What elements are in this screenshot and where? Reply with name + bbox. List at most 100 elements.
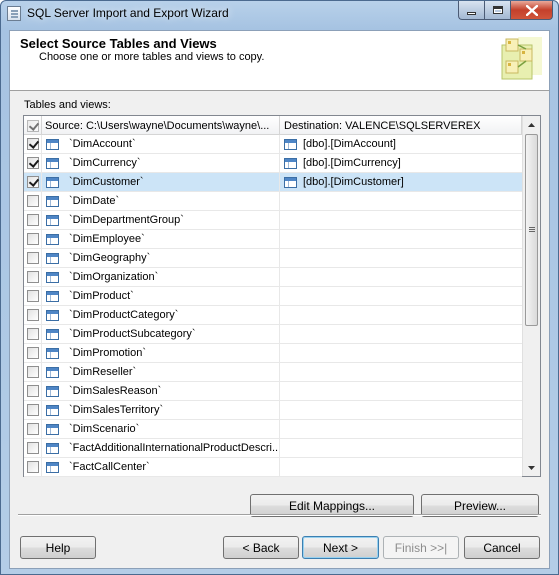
table-row[interactable]: `DimScenario`: [24, 420, 522, 439]
scroll-up-button[interactable]: [523, 116, 540, 133]
row-checkbox[interactable]: [26, 233, 39, 245]
destination-cell[interactable]: [280, 344, 522, 362]
table-row[interactable]: `DimDate`: [24, 192, 522, 211]
destination-cell[interactable]: [dbo].[DimAccount]: [280, 135, 522, 153]
row-checkbox[interactable]: [26, 423, 39, 435]
row-checkbox[interactable]: [26, 138, 39, 150]
source-table-name: `DimProduct`: [69, 290, 134, 302]
destination-cell[interactable]: [280, 401, 522, 419]
next-button[interactable]: Next >: [302, 536, 379, 559]
source-cell[interactable]: `DimOrganization`: [42, 268, 280, 286]
title-bar[interactable]: SQL Server Import and Export Wizard: [1, 1, 558, 27]
source-cell[interactable]: `DimProduct`: [42, 287, 280, 305]
row-checkbox[interactable]: [26, 290, 39, 302]
source-cell[interactable]: `DimDate`: [42, 192, 280, 210]
source-cell[interactable]: `DimSalesTerritory`: [42, 401, 280, 419]
source-table-name: `DimDepartmentGroup`: [69, 214, 184, 226]
minimize-button[interactable]: [458, 1, 484, 20]
help-button[interactable]: Help: [20, 536, 96, 559]
destination-cell[interactable]: [280, 420, 522, 438]
destination-cell[interactable]: [280, 230, 522, 248]
destination-cell[interactable]: [280, 306, 522, 324]
scroll-thumb[interactable]: [525, 134, 538, 326]
scroll-down-button[interactable]: [523, 459, 540, 476]
source-table-name: `DimDate`: [69, 195, 120, 207]
table-row[interactable]: `DimCustomer` [dbo].[DimCustomer]: [24, 173, 522, 192]
destination-column-header[interactable]: Destination: VALENCE\SQLSERVEREX: [280, 116, 522, 135]
source-cell[interactable]: `DimScenario`: [42, 420, 280, 438]
destination-cell[interactable]: [280, 287, 522, 305]
destination-cell[interactable]: [280, 458, 522, 476]
row-check-cell: [24, 306, 42, 324]
source-cell[interactable]: `DimCurrency`: [42, 154, 280, 172]
row-checkbox[interactable]: [26, 271, 39, 283]
destination-cell[interactable]: [280, 439, 522, 457]
row-checkbox[interactable]: [26, 309, 39, 321]
destination-cell[interactable]: [280, 268, 522, 286]
table-row[interactable]: `DimDepartmentGroup`: [24, 211, 522, 230]
table-row[interactable]: `DimAccount` [dbo].[DimAccount]: [24, 135, 522, 154]
table-row[interactable]: `DimOrganization`: [24, 268, 522, 287]
source-column-header[interactable]: Source: C:\Users\wayne\Documents\wayne\.…: [42, 116, 280, 135]
cancel-button[interactable]: Cancel: [464, 536, 540, 559]
source-cell[interactable]: `DimDepartmentGroup`: [42, 211, 280, 229]
table-icon: [46, 252, 59, 264]
table-row[interactable]: `DimProductSubcategory`: [24, 325, 522, 344]
row-checkbox[interactable]: [26, 214, 39, 226]
table-row[interactable]: `DimProductCategory`: [24, 306, 522, 325]
source-cell[interactable]: `DimEmployee`: [42, 230, 280, 248]
source-cell[interactable]: `DimReseller`: [42, 363, 280, 381]
row-checkbox[interactable]: [26, 461, 39, 473]
destination-cell[interactable]: [280, 363, 522, 381]
close-button[interactable]: [510, 1, 553, 20]
row-checkbox[interactable]: [26, 195, 39, 207]
source-cell[interactable]: `DimPromotion`: [42, 344, 280, 362]
select-all-header[interactable]: [24, 116, 42, 135]
page-header: Select Source Tables and Views Choose on…: [10, 31, 549, 91]
source-cell[interactable]: `FactAdditionalInternationalProductDescr…: [42, 439, 280, 457]
table-icon: [284, 176, 297, 188]
table-row[interactable]: `DimCurrency` [dbo].[DimCurrency]: [24, 154, 522, 173]
source-cell[interactable]: `DimGeography`: [42, 249, 280, 267]
source-cell[interactable]: `DimAccount`: [42, 135, 280, 153]
row-checkbox[interactable]: [26, 404, 39, 416]
table-row[interactable]: `DimSalesReason`: [24, 382, 522, 401]
table-row[interactable]: `DimProduct`: [24, 287, 522, 306]
row-checkbox[interactable]: [26, 176, 39, 188]
row-check-cell: [24, 325, 42, 343]
destination-cell[interactable]: [dbo].[DimCurrency]: [280, 154, 522, 172]
table-row[interactable]: `FactAdditionalInternationalProductDescr…: [24, 439, 522, 458]
maximize-button[interactable]: [484, 1, 510, 20]
table-row[interactable]: `DimGeography`: [24, 249, 522, 268]
destination-cell[interactable]: [280, 249, 522, 267]
destination-cell[interactable]: [280, 325, 522, 343]
source-cell[interactable]: `DimProductSubcategory`: [42, 325, 280, 343]
row-checkbox[interactable]: [26, 385, 39, 397]
row-checkbox[interactable]: [26, 328, 39, 340]
row-checkbox[interactable]: [26, 366, 39, 378]
source-cell[interactable]: `DimSalesReason`: [42, 382, 280, 400]
row-checkbox[interactable]: [26, 157, 39, 169]
back-button[interactable]: < Back: [223, 536, 299, 559]
destination-cell[interactable]: [280, 211, 522, 229]
destination-cell[interactable]: [280, 382, 522, 400]
table-row[interactable]: `DimEmployee`: [24, 230, 522, 249]
row-checkbox[interactable]: [26, 252, 39, 264]
destination-cell[interactable]: [280, 192, 522, 210]
destination-cell[interactable]: [dbo].[DimCustomer]: [280, 173, 522, 191]
select-all-checkbox[interactable]: [26, 119, 39, 132]
table-icon: [46, 347, 59, 359]
tables-grid: Source: C:\Users\wayne\Documents\wayne\.…: [23, 115, 541, 477]
page-title: Select Source Tables and Views: [20, 36, 217, 51]
source-cell[interactable]: `FactCallCenter`: [42, 458, 280, 476]
row-checkbox[interactable]: [26, 442, 39, 454]
source-table-name: `DimCustomer`: [69, 176, 144, 188]
source-cell[interactable]: `DimCustomer`: [42, 173, 280, 191]
row-checkbox[interactable]: [26, 347, 39, 359]
vertical-scrollbar[interactable]: [522, 116, 540, 476]
table-row[interactable]: `DimReseller`: [24, 363, 522, 382]
table-row[interactable]: `DimPromotion`: [24, 344, 522, 363]
table-row[interactable]: `DimSalesTerritory`: [24, 401, 522, 420]
table-row[interactable]: `FactCallCenter`: [24, 458, 522, 477]
source-cell[interactable]: `DimProductCategory`: [42, 306, 280, 324]
